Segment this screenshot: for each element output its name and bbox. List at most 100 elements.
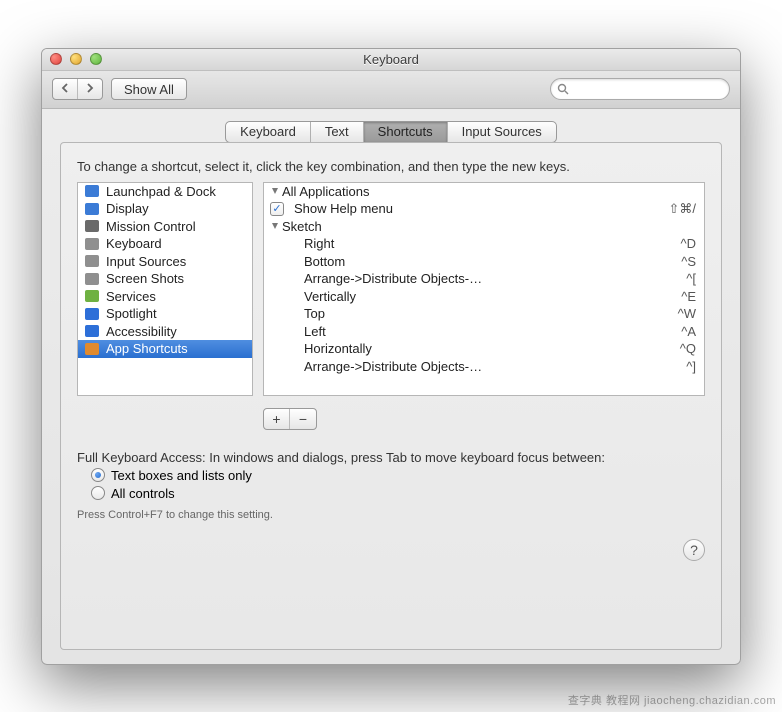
disclosure-triangle-icon[interactable] [270, 221, 280, 231]
shortcut-group-header[interactable]: All Applications [264, 183, 704, 201]
toolbar: Show All [42, 71, 740, 109]
launchpad-icon [84, 183, 100, 199]
display-icon [84, 201, 100, 217]
disclosure-triangle-icon[interactable] [270, 186, 280, 196]
radio-text-boxes-row[interactable]: Text boxes and lists only [91, 468, 705, 483]
minimize-button[interactable] [70, 53, 82, 65]
search-input[interactable] [573, 82, 728, 96]
add-remove-segment: + − [263, 408, 317, 430]
forward-button[interactable] [78, 79, 102, 99]
tab-shortcuts[interactable]: Shortcuts [364, 122, 448, 142]
category-label: Display [106, 201, 149, 216]
preferences-window: Keyboard Show All Keyboard Text Shortcut… [41, 48, 741, 665]
search-icon [557, 83, 569, 95]
fka-hint: Press Control+F7 to change this setting. [77, 509, 705, 521]
shortcut-group-header[interactable]: Sketch [264, 218, 704, 236]
shortcut-keys: ⇧⌘/ [668, 201, 696, 217]
shortcut-row[interactable]: ✓ Show Help menu ⇧⌘/ [264, 200, 704, 218]
screenshot-icon [84, 271, 100, 287]
shortcut-row[interactable]: Right ^D [264, 235, 704, 253]
show-all-button[interactable]: Show All [111, 78, 187, 100]
category-label: Services [106, 289, 156, 304]
shortcut-keys: ^W [678, 306, 696, 321]
category-item[interactable]: Mission Control [78, 218, 252, 236]
shortcut-keys: ^Q [680, 341, 696, 356]
category-label: Mission Control [106, 219, 196, 234]
category-item[interactable]: Accessibility [78, 323, 252, 341]
keyboard-icon [84, 236, 100, 252]
category-item[interactable]: Screen Shots [78, 270, 252, 288]
shortcut-label: Arrange->Distribute Objects-… [304, 359, 678, 374]
category-item[interactable]: Launchpad & Dock [78, 183, 252, 201]
shortcut-keys: ^E [681, 289, 696, 304]
tab-input-sources[interactable]: Input Sources [448, 122, 556, 142]
category-label: Launchpad & Dock [106, 184, 216, 199]
shortcut-label: Horizontally [304, 341, 672, 356]
shortcut-row[interactable]: Arrange->Distribute Objects-…^[ [264, 270, 704, 288]
shortcut-list[interactable]: All Applications ✓ Show Help menu ⇧⌘/ Sketch… [263, 182, 705, 396]
category-label: App Shortcuts [106, 341, 188, 356]
category-label: Input Sources [106, 254, 186, 269]
radio-all-controls-row[interactable]: All controls [91, 486, 705, 501]
shortcut-label: Show Help menu [294, 201, 660, 216]
radio-text-boxes[interactable] [91, 468, 105, 482]
search-field-wrap[interactable] [550, 78, 730, 100]
category-item[interactable]: App Shortcuts [78, 340, 252, 358]
shortcut-row[interactable]: Vertically ^E [264, 288, 704, 306]
shortcut-label: Right [304, 236, 673, 251]
shortcut-label: Left [304, 324, 673, 339]
shortcut-label: Vertically [304, 289, 673, 304]
accessibility-icon [84, 323, 100, 339]
full-keyboard-access-label: Full Keyboard Access: In windows and dia… [77, 450, 705, 465]
category-item[interactable]: Display [78, 200, 252, 218]
spotlight-icon [84, 306, 100, 322]
window-title: Keyboard [42, 52, 740, 67]
services-icon [84, 288, 100, 304]
shortcut-keys: ^D [681, 236, 697, 251]
tab-text[interactable]: Text [311, 122, 364, 142]
shortcut-keys: ^] [686, 359, 696, 374]
category-label: Accessibility [106, 324, 177, 339]
category-item[interactable]: Input Sources [78, 253, 252, 271]
shortcut-row[interactable]: Arrange->Distribute Objects-… ^] [264, 358, 704, 376]
traffic-lights [42, 53, 102, 65]
lists-row: Launchpad & Dock Display Mission ControlKe… [77, 182, 705, 396]
group-label: Sketch [282, 219, 696, 234]
app-icon [84, 341, 100, 357]
group-label: All Applications [282, 184, 696, 199]
add-shortcut-button[interactable]: + [264, 409, 290, 429]
category-item[interactable]: Spotlight [78, 305, 252, 323]
category-item[interactable]: Services [78, 288, 252, 306]
category-item[interactable]: Keyboard [78, 235, 252, 253]
shortcut-keys: ^A [681, 324, 696, 339]
shortcut-row[interactable]: Top ^W [264, 305, 704, 323]
shortcut-row[interactable]: Left ^A [264, 323, 704, 341]
help-button[interactable]: ? [683, 539, 705, 561]
input-icon [84, 253, 100, 269]
shortcut-keys: ^S [681, 254, 696, 269]
shortcuts-pane: To change a shortcut, select it, click t… [60, 142, 722, 650]
radio-all-controls[interactable] [91, 486, 105, 500]
close-button[interactable] [50, 53, 62, 65]
chevron-left-icon [61, 83, 69, 93]
shortcut-label: Bottom [304, 254, 673, 269]
tab-keyboard[interactable]: Keyboard [226, 122, 311, 142]
instructions-label: To change a shortcut, select it, click t… [77, 159, 705, 174]
radio-all-controls-label: All controls [111, 486, 175, 501]
tabs: Keyboard Text Shortcuts Input Sources [225, 121, 557, 143]
watermark: 查字典 教程网 jiaocheng.chazidian.com [568, 692, 776, 708]
shortcut-row[interactable]: Horizontally ^Q [264, 340, 704, 358]
shortcut-label: Top [304, 306, 670, 321]
zoom-button[interactable] [90, 53, 102, 65]
tabbar: Keyboard Text Shortcuts Input Sources [60, 121, 722, 143]
category-label: Spotlight [106, 306, 157, 321]
remove-shortcut-button[interactable]: − [290, 409, 316, 429]
mission-icon [84, 218, 100, 234]
radio-text-boxes-label: Text boxes and lists only [111, 468, 252, 483]
nav-back-forward [52, 78, 103, 100]
shortcut-row[interactable]: Bottom ^S [264, 253, 704, 271]
back-button[interactable] [53, 79, 78, 99]
checkbox[interactable]: ✓ [270, 202, 284, 216]
category-label: Screen Shots [106, 271, 184, 286]
category-list[interactable]: Launchpad & Dock Display Mission ControlKe… [77, 182, 253, 396]
